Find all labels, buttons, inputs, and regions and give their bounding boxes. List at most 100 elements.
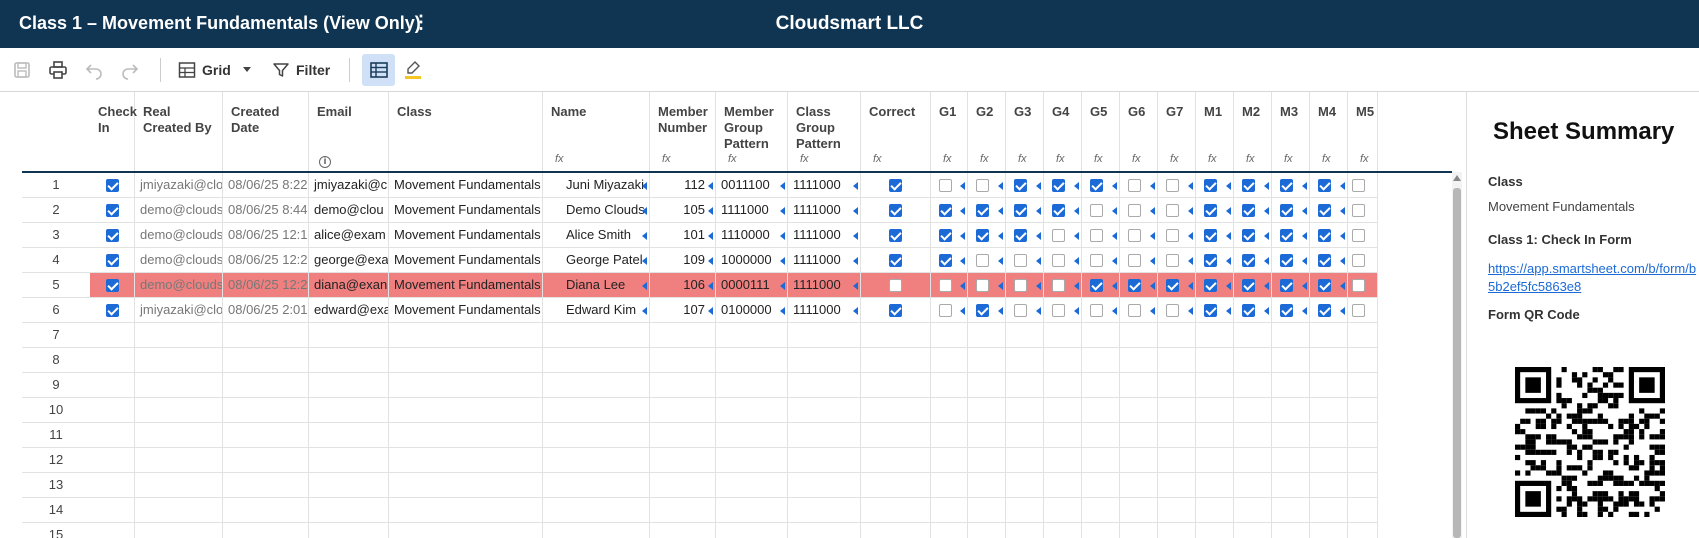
checkbox-checked[interactable] <box>976 304 989 317</box>
empty-cell[interactable] <box>968 498 1006 523</box>
checkbox-checked[interactable] <box>1242 179 1255 192</box>
empty-cell[interactable] <box>716 348 788 373</box>
empty-cell[interactable] <box>861 523 931 538</box>
empty-cell[interactable] <box>1348 348 1378 373</box>
empty-cell[interactable] <box>135 423 223 448</box>
m1-cell[interactable] <box>1196 223 1234 248</box>
empty-cell[interactable] <box>1158 398 1196 423</box>
empty-cell[interactable] <box>309 323 389 348</box>
member-group-cell[interactable]: 1111000 <box>716 198 788 223</box>
empty-cell[interactable] <box>1006 348 1044 373</box>
dropdown-caret-icon[interactable] <box>242 67 251 73</box>
column-header-g4[interactable]: G4 fx <box>1044 92 1082 172</box>
class-group-cell[interactable]: 1111000 <box>788 248 861 273</box>
empty-cell[interactable] <box>1158 348 1196 373</box>
m4-cell[interactable] <box>1310 298 1348 323</box>
empty-cell[interactable] <box>543 473 650 498</box>
empty-cell[interactable] <box>1006 498 1044 523</box>
m5-cell[interactable] <box>1348 248 1378 273</box>
empty-cell[interactable] <box>1158 423 1196 448</box>
empty-cell[interactable] <box>861 323 931 348</box>
class-group-cell[interactable]: 1111000 <box>788 273 861 298</box>
empty-cell[interactable] <box>1348 498 1378 523</box>
checkbox-unchecked[interactable] <box>976 179 989 192</box>
checkbox-checked[interactable] <box>1204 229 1217 242</box>
empty-cell[interactable] <box>1006 473 1044 498</box>
g2-cell[interactable] <box>968 273 1006 298</box>
redo-icon[interactable] <box>120 56 140 84</box>
name-cell[interactable]: George Patel <box>543 248 650 273</box>
empty-cell[interactable] <box>1044 498 1082 523</box>
empty-cell[interactable] <box>389 398 543 423</box>
empty-cell[interactable] <box>1196 348 1234 373</box>
g7-cell[interactable] <box>1158 248 1196 273</box>
checkbox-unchecked[interactable] <box>1166 229 1179 242</box>
empty-cell[interactable] <box>968 523 1006 538</box>
checkbox-checked[interactable] <box>106 279 119 292</box>
checkin-cell[interactable] <box>90 298 135 323</box>
empty-cell[interactable] <box>1234 473 1272 498</box>
g3-cell[interactable] <box>1006 198 1044 223</box>
member-number-cell[interactable]: 105 <box>650 198 716 223</box>
g6-cell[interactable] <box>1120 223 1158 248</box>
empty-cell[interactable] <box>1234 423 1272 448</box>
check-in-form-link[interactable]: https://app.smartsheet.com/b/form/b5b2ef… <box>1488 260 1699 296</box>
empty-cell[interactable] <box>1348 398 1378 423</box>
empty-cell[interactable] <box>1310 473 1348 498</box>
checkbox-unchecked[interactable] <box>1352 204 1365 217</box>
checkbox-checked[interactable] <box>889 229 902 242</box>
checkbox-unchecked[interactable] <box>939 279 952 292</box>
empty-cell[interactable] <box>1158 373 1196 398</box>
checkbox-checked[interactable] <box>1280 254 1293 267</box>
name-cell[interactable]: Edward Kim <box>543 298 650 323</box>
checkbox-checked[interactable] <box>106 179 119 192</box>
undo-icon[interactable] <box>84 56 104 84</box>
empty-cell[interactable] <box>1272 473 1310 498</box>
column-header-created_date[interactable]: Created Date <box>223 92 309 172</box>
m5-cell[interactable] <box>1348 298 1378 323</box>
column-header-m3[interactable]: M3 fx <box>1272 92 1310 172</box>
empty-cell[interactable] <box>650 498 716 523</box>
m2-cell[interactable] <box>1234 273 1272 298</box>
checkbox-checked[interactable] <box>1014 179 1027 192</box>
g7-cell[interactable] <box>1158 173 1196 198</box>
m2-cell[interactable] <box>1234 248 1272 273</box>
empty-cell[interactable] <box>223 348 309 373</box>
g4-cell[interactable] <box>1044 223 1082 248</box>
empty-cell[interactable] <box>788 423 861 448</box>
checkbox-checked[interactable] <box>1204 204 1217 217</box>
column-header-g2[interactable]: G2 fx <box>968 92 1006 172</box>
empty-cell[interactable] <box>650 373 716 398</box>
empty-cell[interactable] <box>650 473 716 498</box>
checkbox-unchecked[interactable] <box>1166 204 1179 217</box>
empty-cell[interactable] <box>931 398 968 423</box>
email-cell[interactable]: jmiyazaki@c <box>309 173 389 198</box>
empty-cell[interactable] <box>1158 323 1196 348</box>
checkbox-unchecked[interactable] <box>939 179 952 192</box>
empty-cell[interactable] <box>788 448 861 473</box>
empty-cell[interactable] <box>309 398 389 423</box>
empty-cell[interactable] <box>1158 498 1196 523</box>
empty-cell[interactable] <box>1158 448 1196 473</box>
empty-cell[interactable] <box>1272 448 1310 473</box>
empty-cell[interactable] <box>1044 323 1082 348</box>
empty-cell[interactable] <box>1234 348 1272 373</box>
g1-cell[interactable] <box>931 248 968 273</box>
empty-cell[interactable] <box>309 473 389 498</box>
empty-cell[interactable] <box>389 473 543 498</box>
empty-cell[interactable] <box>1120 498 1158 523</box>
checkbox-checked[interactable] <box>1280 204 1293 217</box>
empty-cell[interactable] <box>1310 348 1348 373</box>
table-row-empty[interactable]: 10 <box>0 398 1460 423</box>
column-header-class[interactable]: Class <box>389 92 543 172</box>
empty-cell[interactable] <box>1120 523 1158 538</box>
member-group-cell[interactable]: 0000111 <box>716 273 788 298</box>
m2-cell[interactable] <box>1234 298 1272 323</box>
column-header-m4[interactable]: M4 fx <box>1310 92 1348 172</box>
empty-cell[interactable] <box>1348 373 1378 398</box>
empty-cell[interactable] <box>1348 323 1378 348</box>
email-cell[interactable]: george@exa <box>309 248 389 273</box>
empty-cell[interactable] <box>90 498 135 523</box>
class-group-cell[interactable]: 1111000 <box>788 173 861 198</box>
table-row-empty[interactable]: 9 <box>0 373 1460 398</box>
